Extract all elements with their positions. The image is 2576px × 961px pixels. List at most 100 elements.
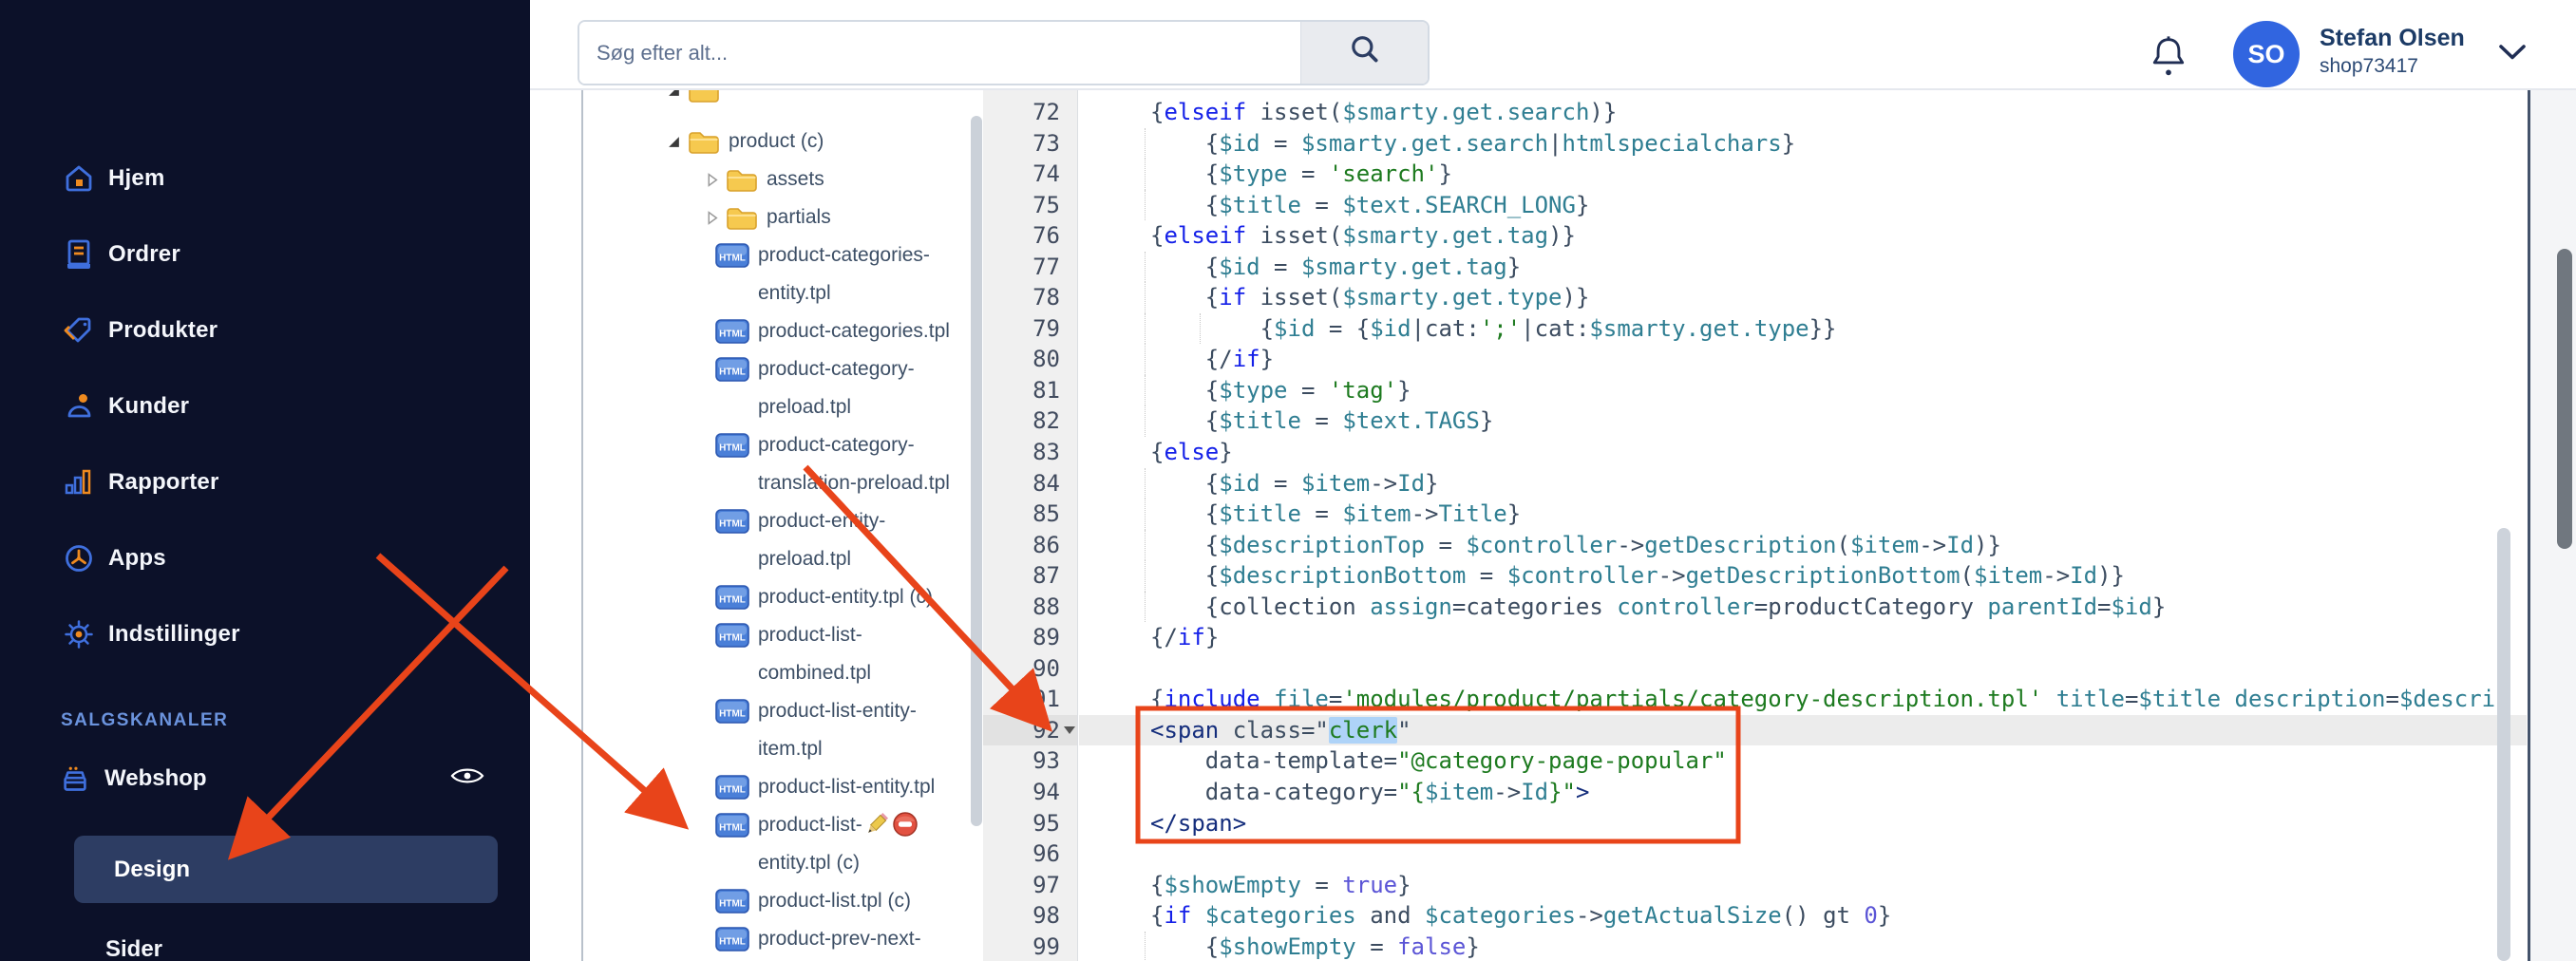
code-line-93[interactable]: data-template="@category-page-popular" — [1079, 745, 2527, 777]
html-file-icon: HTML — [714, 355, 750, 384]
code-line-72[interactable]: {elseif isset($smarty.get.search)} — [1079, 97, 2527, 128]
tree-file-product-prev-next-[interactable]: HTMLproduct-prev-next- — [583, 920, 982, 958]
tree-file-product-list-combined.tpl[interactable]: HTMLproduct-list-combined.tpl — [583, 616, 982, 692]
code-line-79[interactable]: {$id = {$id|cat:';'|cat:$smarty.get.type… — [1079, 313, 2527, 345]
chevron-down-icon[interactable] — [2498, 44, 2527, 61]
code-line-91[interactable]: {include file='modules/product/partials/… — [1079, 684, 2527, 715]
tree-item-label: product-list-entity.tpl (c) — [758, 806, 919, 882]
gutter-line-number: 77 — [983, 252, 1077, 283]
gutter-line-number: 75 — [983, 190, 1077, 221]
html-file-icon: HTML — [714, 925, 750, 953]
code-line-78[interactable]: {if isset($smarty.get.type)} — [1079, 282, 2527, 313]
page-scrollbar[interactable] — [2557, 249, 2572, 549]
sidebar-item-ordrer[interactable]: Ordrer — [0, 217, 530, 292]
code-line-84[interactable]: {$id = $item->Id} — [1079, 468, 2527, 499]
tree-file-product-entity-preload.tpl[interactable]: HTMLproduct-entity-preload.tpl — [583, 502, 982, 578]
tree-file-product-categories.tpl[interactable]: HTML product-categories.tpl — [583, 312, 982, 350]
code-line-87[interactable]: {$descriptionBottom = $controller->getDe… — [1079, 560, 2527, 592]
tree-file-product-list-entity.tpl (c)[interactable]: HTML product-list-entity.tpl (c) — [583, 806, 982, 882]
indent-guide — [1145, 128, 1146, 160]
html-file-icon: HTML — [714, 811, 750, 839]
folder-icon — [725, 165, 759, 194]
tree-folder-product (c)[interactable]: product (c) — [583, 122, 982, 160]
code-line-80[interactable]: {/if} — [1079, 344, 2527, 375]
tree-file-product-categories-entity.tpl[interactable]: HTMLproduct-categories-entity.tpl — [583, 236, 982, 312]
sidebar-item-design[interactable]: Design — [74, 836, 498, 903]
svg-text:HTML: HTML — [719, 367, 746, 378]
code-line-94[interactable]: data-category="{$item->Id}"> — [1079, 777, 2527, 808]
code-line-77[interactable]: {$id = $smarty.get.tag} — [1079, 252, 2527, 283]
code-line-73[interactable]: {$id = $smarty.get.search|htmlspecialcha… — [1079, 128, 2527, 160]
tree-file-product-category-preload.tpl[interactable]: HTMLproduct-category-preload.tpl — [583, 350, 982, 426]
code-line-98[interactable]: {if $categories and $categories->getActu… — [1079, 900, 2527, 932]
svg-text:HTML: HTML — [719, 519, 746, 530]
eye-icon[interactable] — [450, 765, 484, 788]
sidebar-item-hjem[interactable]: Hjem — [0, 141, 530, 217]
indent-guide — [1145, 282, 1146, 313]
code-line-89[interactable]: {/if} — [1079, 622, 2527, 653]
code-line-95[interactable]: </span> — [1079, 808, 2527, 839]
code-line-97[interactable]: {$showEmpty = true} — [1079, 870, 2527, 901]
code-line-96[interactable] — [1079, 839, 2527, 870]
sidebar-item-rapporter[interactable]: Rapporter — [0, 444, 530, 520]
search-button[interactable] — [1300, 22, 1428, 84]
code-line-76[interactable]: {elseif isset($smarty.get.tag)} — [1079, 220, 2527, 252]
code-line-74[interactable]: {$type = 'search'} — [1079, 159, 2527, 190]
tree-file-product-list.tpl (c)[interactable]: HTMLproduct-list.tpl (c) — [583, 882, 982, 920]
code-line-82[interactable]: {$title = $text.TAGS} — [1079, 405, 2527, 437]
gutter-line-number: 95 — [983, 808, 1077, 839]
template-file-tree: product (c)assetspartialsHTMLproduct-cat… — [581, 90, 982, 961]
tree-scrollbar[interactable] — [971, 116, 982, 826]
code-editor[interactable]: {elseif isset($smarty.get.search)} {$id … — [1079, 90, 2527, 961]
search-input[interactable] — [579, 22, 1300, 84]
gutter-line-number: 98 — [983, 900, 1077, 932]
fold-marker-icon[interactable] — [1064, 726, 1075, 734]
tree-folder-partials[interactable]: partials — [583, 198, 982, 236]
toggle-expanded-icon[interactable] — [667, 90, 681, 98]
sidebar-item-webshop[interactable]: Webshop — [0, 756, 530, 801]
sidebar-item-kunder[interactable]: Kunder — [0, 368, 530, 444]
sidebar-item-sider[interactable]: Sider — [0, 927, 530, 961]
html-file-icon: HTML — [714, 887, 750, 915]
sidebar-item-apps[interactable]: Apps — [0, 520, 530, 596]
indent-guide — [1145, 560, 1146, 592]
code-line-90[interactable] — [1079, 653, 2527, 685]
gutter-line-number: 89 — [983, 622, 1077, 653]
code-line-88[interactable]: {collection assign=categories controller… — [1079, 592, 2527, 623]
indent-guide — [1145, 592, 1146, 623]
tree-file-product-entity.tpl (c)[interactable]: HTMLproduct-entity.tpl (c) — [583, 578, 982, 616]
toggle-collapsed-icon[interactable] — [705, 173, 719, 187]
gutter-line-number: 76 — [983, 220, 1077, 252]
toggle-expanded-icon[interactable] — [667, 135, 681, 149]
sidebar-item-label: Rapporter — [108, 469, 218, 496]
tree-folder-clipped[interactable] — [583, 90, 982, 109]
indent-guide — [1145, 190, 1146, 221]
html-file-icon: HTML — [714, 621, 750, 650]
code-line-86[interactable]: {$descriptionTop = $controller->getDescr… — [1079, 530, 2527, 561]
tree-file-product-list-entity-item.tpl[interactable]: HTMLproduct-list-entity-item.tpl — [583, 692, 982, 768]
editor-scrollbar[interactable] — [2497, 528, 2510, 961]
code-line-83[interactable]: {else} — [1079, 437, 2527, 468]
tree-item-label: product-categories.tpl — [758, 312, 950, 350]
indent-guide — [1145, 405, 1146, 437]
user-name: Stefan Olsen — [2320, 25, 2465, 52]
svg-text:HTML: HTML — [719, 785, 746, 796]
gutter-line-number: 78 — [983, 282, 1077, 313]
sidebar-item-produkter[interactable]: Produkter — [0, 292, 530, 368]
notifications-bell-icon[interactable] — [2150, 34, 2187, 78]
sidebar-nav: HjemOrdrerProdukter Kunder Rapporter AppsIn… — [0, 141, 530, 672]
toggle-collapsed-icon[interactable] — [705, 211, 719, 225]
sidebar-item-label: Kunder — [108, 393, 189, 420]
tree-folder-assets[interactable]: assets — [583, 160, 982, 198]
sidebar-item-indstillinger[interactable]: Indstillinger — [0, 596, 530, 672]
html-file-icon: HTML — [714, 317, 750, 346]
avatar[interactable]: SO — [2233, 21, 2300, 87]
code-line-99[interactable]: {$showEmpty = false} — [1079, 932, 2527, 961]
svg-text:HTML: HTML — [719, 330, 746, 340]
code-line-92[interactable]: <span class="clerk" — [1079, 715, 2527, 746]
tree-file-product-list-entity.tpl[interactable]: HTMLproduct-list-entity.tpl — [583, 768, 982, 806]
code-line-85[interactable]: {$title = $item->Title} — [1079, 499, 2527, 530]
code-line-81[interactable]: {$type = 'tag'} — [1079, 375, 2527, 406]
code-line-75[interactable]: {$title = $text.SEARCH_LONG} — [1079, 190, 2527, 221]
tree-file-product-category-translation-preload.tpl[interactable]: HTMLproduct-category-translation-preload… — [583, 426, 982, 502]
